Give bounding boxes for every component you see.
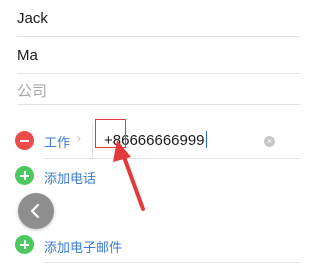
- chevron-left-icon: [30, 203, 40, 219]
- contact-edit-screen: Jack Ma 公司 工作 › +86666666999 × 添加电话 添加电子…: [0, 0, 300, 280]
- back-button[interactable]: [18, 193, 54, 229]
- company-field[interactable]: 公司: [17, 80, 47, 101]
- divider: [17, 36, 300, 37]
- remove-phone-button[interactable]: [15, 131, 34, 150]
- annotation-highlight-box: [95, 119, 126, 148]
- chevron-right-icon[interactable]: ›: [76, 131, 82, 147]
- divider: [92, 123, 93, 157]
- clear-icon[interactable]: ×: [264, 136, 275, 147]
- divider: [44, 158, 300, 159]
- first-name-field[interactable]: Jack: [17, 10, 48, 27]
- text-cursor: [205, 131, 208, 148]
- divider: [44, 262, 300, 263]
- divider: [17, 104, 300, 105]
- divider: [17, 73, 300, 74]
- add-phone-button[interactable]: 添加电话: [44, 168, 96, 187]
- last-name-field[interactable]: Ma: [17, 47, 38, 64]
- add-phone-icon[interactable]: [15, 166, 34, 185]
- phone-label-type[interactable]: 工作: [44, 132, 70, 151]
- add-email-icon[interactable]: [15, 235, 34, 254]
- add-email-button[interactable]: 添加电子邮件: [44, 237, 122, 256]
